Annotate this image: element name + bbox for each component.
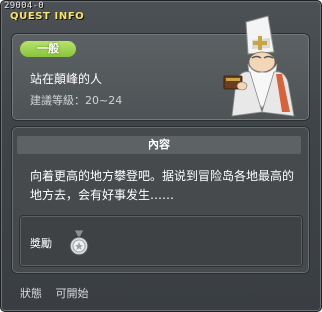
quest-status: 狀態 可開始 xyxy=(20,285,99,301)
medal-icon[interactable] xyxy=(68,229,90,257)
content-section-header: 內容 xyxy=(17,136,301,154)
window-title: QUEST INFO xyxy=(10,11,85,22)
status-label: 狀態 xyxy=(20,287,42,300)
reward-label: 獎勵 xyxy=(30,237,52,250)
status-value: 可開始 xyxy=(55,287,89,300)
old-sage-npc-icon xyxy=(223,15,295,117)
quest-id-label: 29004-0 xyxy=(4,1,45,11)
quest-category-badge: 一般 xyxy=(20,41,76,57)
quest-recommended-level: 建議等級：20~24 xyxy=(30,94,123,107)
reward-box xyxy=(19,215,303,267)
quest-name: 站在顛峰的人 xyxy=(30,72,103,86)
quest-description: 向着更高的地方攀登吧。据说到冒险岛各地最高的地方去，会有好事发生…… xyxy=(30,169,295,202)
